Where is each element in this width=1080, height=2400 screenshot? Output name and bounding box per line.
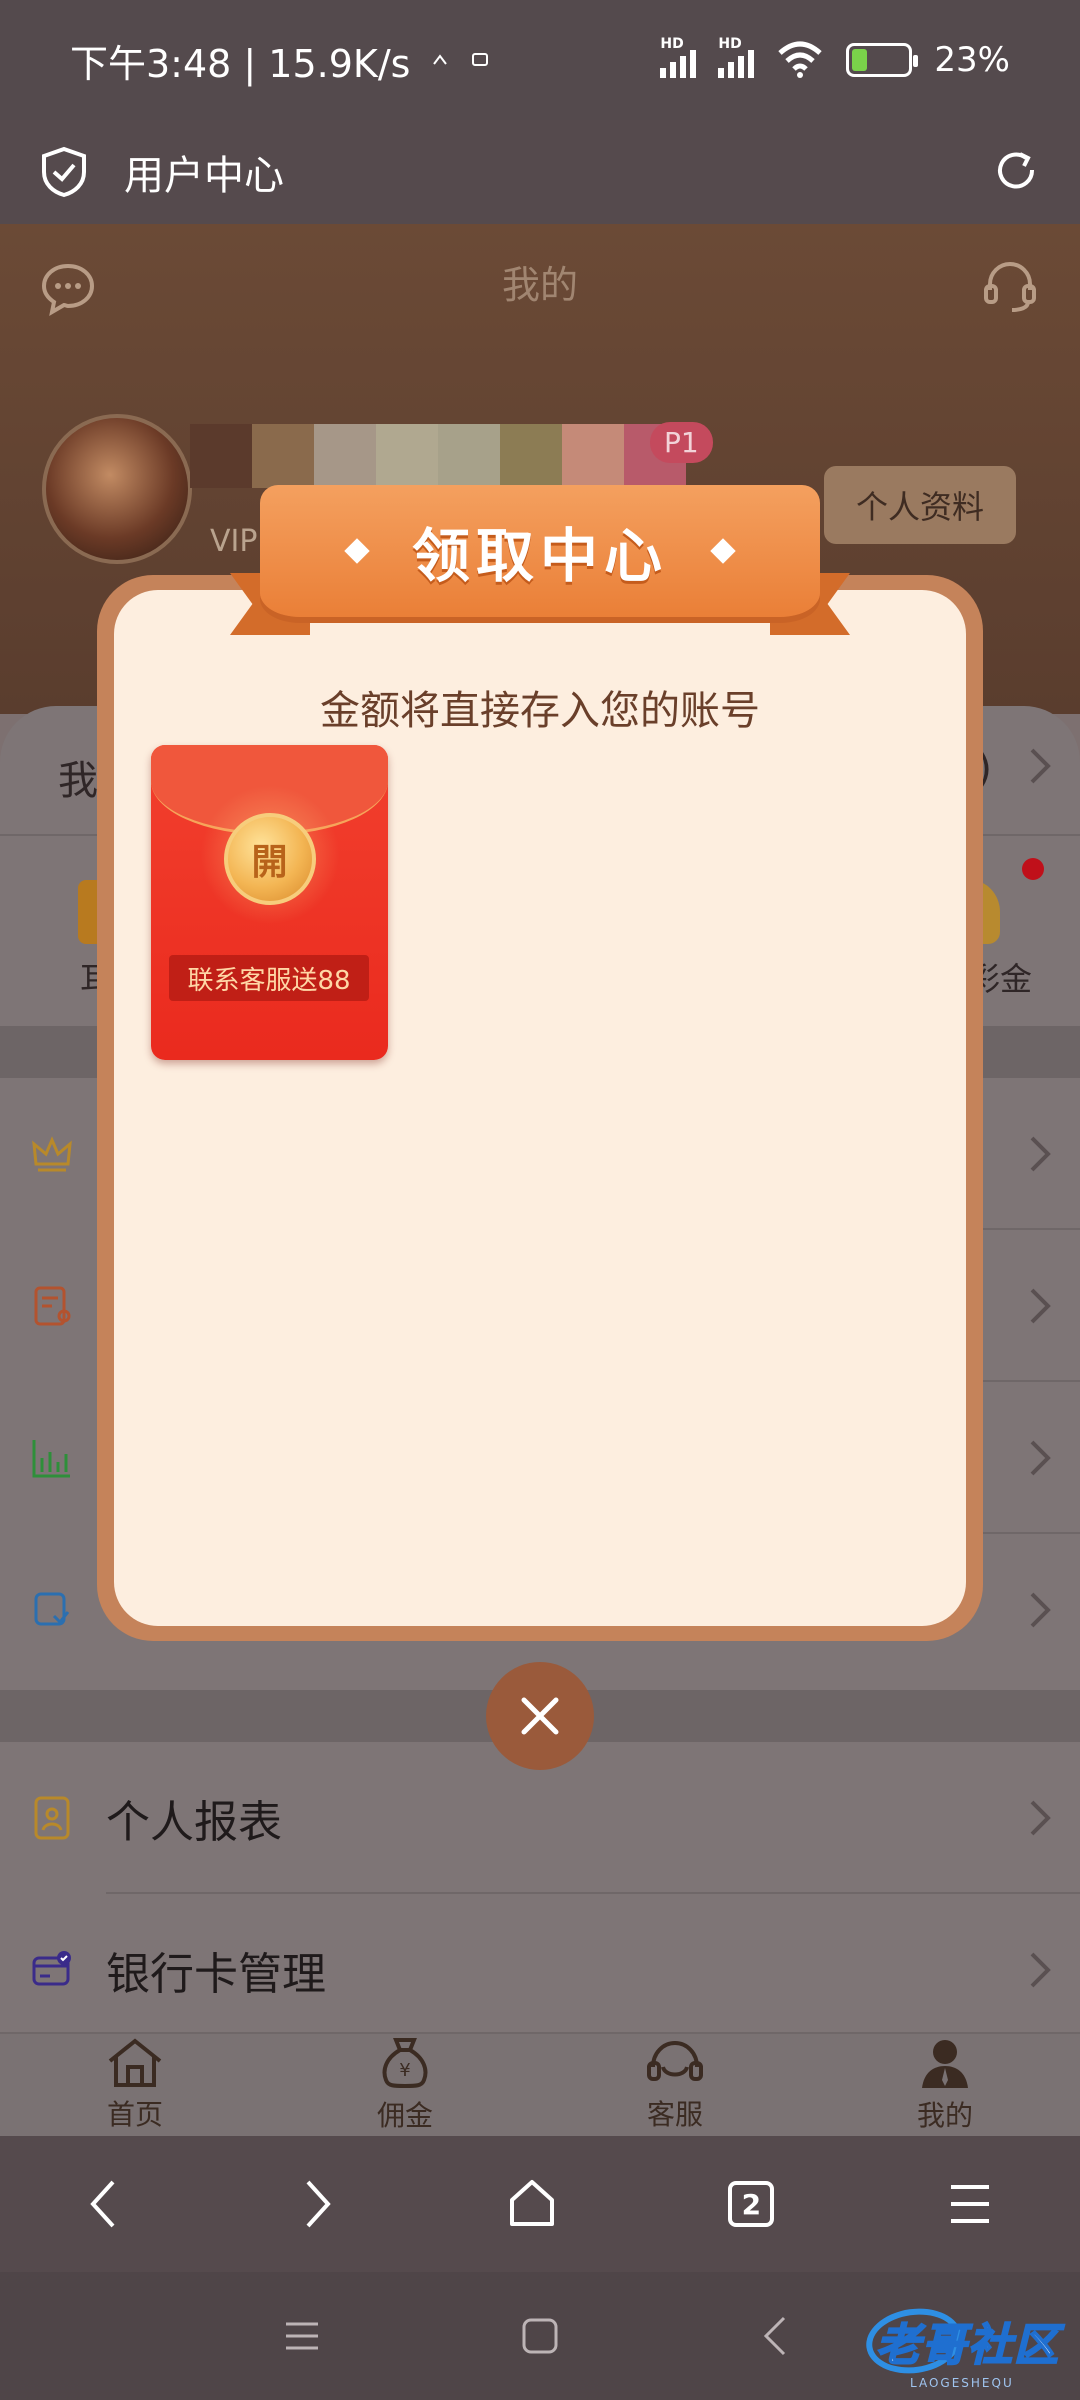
close-icon — [521, 1697, 559, 1735]
nav-commission[interactable]: ¥ 佣金 — [270, 2034, 540, 2136]
system-nav: 老哥社区 LAOGESHEQU — [0, 2272, 1080, 2400]
signal-1-icon: HD — [660, 36, 697, 78]
header-title: 用户中心 — [124, 153, 284, 199]
svg-text:¥: ¥ — [399, 2060, 410, 2081]
chevron-right-icon — [1030, 748, 1051, 784]
money-bag-icon: ¥ — [382, 2038, 428, 2088]
wifi-icon — [778, 41, 823, 78]
battery-percent: 23% — [934, 40, 1010, 80]
signal-2-icon: HD — [718, 36, 755, 78]
nav-label: 佣金 — [376, 2099, 433, 2132]
support-headset-icon[interactable] — [980, 256, 1040, 316]
chevron-right-icon — [1030, 1288, 1051, 1324]
back-arrow-icon[interactable] — [760, 2314, 790, 2358]
avatar[interactable] — [42, 414, 192, 564]
nav-support[interactable]: 客服 — [540, 2034, 810, 2136]
envelope-label: 联系客服送88 — [169, 955, 369, 1001]
nav-label: 我的 — [916, 2099, 973, 2132]
notification-dot — [1022, 858, 1044, 880]
headset-icon — [647, 2040, 703, 2081]
profile-button[interactable]: 个人资料 — [824, 466, 1016, 544]
recents-icon[interactable] — [282, 2316, 322, 2356]
menu-icon[interactable] — [945, 2181, 995, 2227]
menu-label: 个人报表 — [106, 1797, 282, 1848]
screen-icon — [472, 53, 489, 66]
nav-home[interactable]: 首页 — [0, 2034, 270, 2136]
open-coin-icon[interactable]: 開 — [223, 813, 316, 905]
chevron-right-icon — [1030, 1440, 1051, 1476]
red-envelope[interactable]: 開 联系客服送88 — [151, 745, 388, 1060]
watermark-logo: 老哥社区 LAOGESHEQU — [862, 2302, 1060, 2390]
document-user-icon — [34, 1286, 71, 1326]
diamond-icon — [344, 538, 370, 564]
home-icon[interactable] — [506, 2178, 558, 2230]
modal-subtitle: 金额将直接存入您的账号 — [320, 688, 760, 734]
nav-label: 客服 — [646, 2098, 703, 2131]
wallet-label: 我 — [58, 758, 98, 804]
report-icon — [34, 1796, 70, 1840]
shield-check-icon — [42, 146, 86, 198]
home-square-icon[interactable] — [520, 2316, 560, 2356]
battery-icon — [846, 43, 919, 77]
notification-icon — [433, 54, 448, 65]
page-title: 我的 — [501, 263, 578, 307]
status-time: 下午3:48 | 15.9K/s — [70, 41, 411, 86]
tab-count-button[interactable]: 2 — [728, 2181, 775, 2227]
nav-mine[interactable]: 我的 — [810, 2034, 1080, 2136]
chevron-right-icon — [1030, 1952, 1051, 1988]
home-icon — [108, 2038, 162, 2087]
bar-chart-icon — [32, 1440, 70, 1478]
chevron-right-icon — [1030, 1592, 1051, 1628]
crown-icon — [32, 1136, 72, 1172]
nav-label: 首页 — [106, 2098, 163, 2131]
diamond-icon — [710, 538, 736, 564]
modal-title: 领取中心 — [411, 522, 668, 590]
forward-icon[interactable] — [296, 2176, 336, 2232]
user-icon — [922, 2040, 968, 2088]
menu-label: 银行卡管理 — [106, 1949, 326, 2000]
chevron-right-icon — [1030, 1800, 1051, 1836]
exchange-icon — [34, 1592, 70, 1626]
menu-item-bank-card[interactable]: 银行卡管理 — [0, 1894, 1080, 2046]
app-header: 用户中心 — [0, 120, 1080, 224]
modal-ribbon: 领取中心 — [230, 485, 850, 651]
browser-nav: 2 — [0, 2136, 1080, 2272]
app-bottom-nav: 首页 ¥ 佣金 客服 我的 — [0, 2032, 1080, 2136]
status-bar: 下午3:48 | 15.9K/s HD HD 23% — [0, 0, 1080, 120]
ribbon-body: 领取中心 — [260, 485, 820, 617]
bank-card-icon — [32, 1951, 71, 1986]
close-modal-button[interactable] — [486, 1662, 594, 1770]
level-badge: P1 — [650, 422, 713, 463]
refresh-icon[interactable] — [992, 148, 1040, 196]
back-icon[interactable] — [85, 2176, 125, 2232]
chevron-right-icon — [1030, 1136, 1051, 1172]
